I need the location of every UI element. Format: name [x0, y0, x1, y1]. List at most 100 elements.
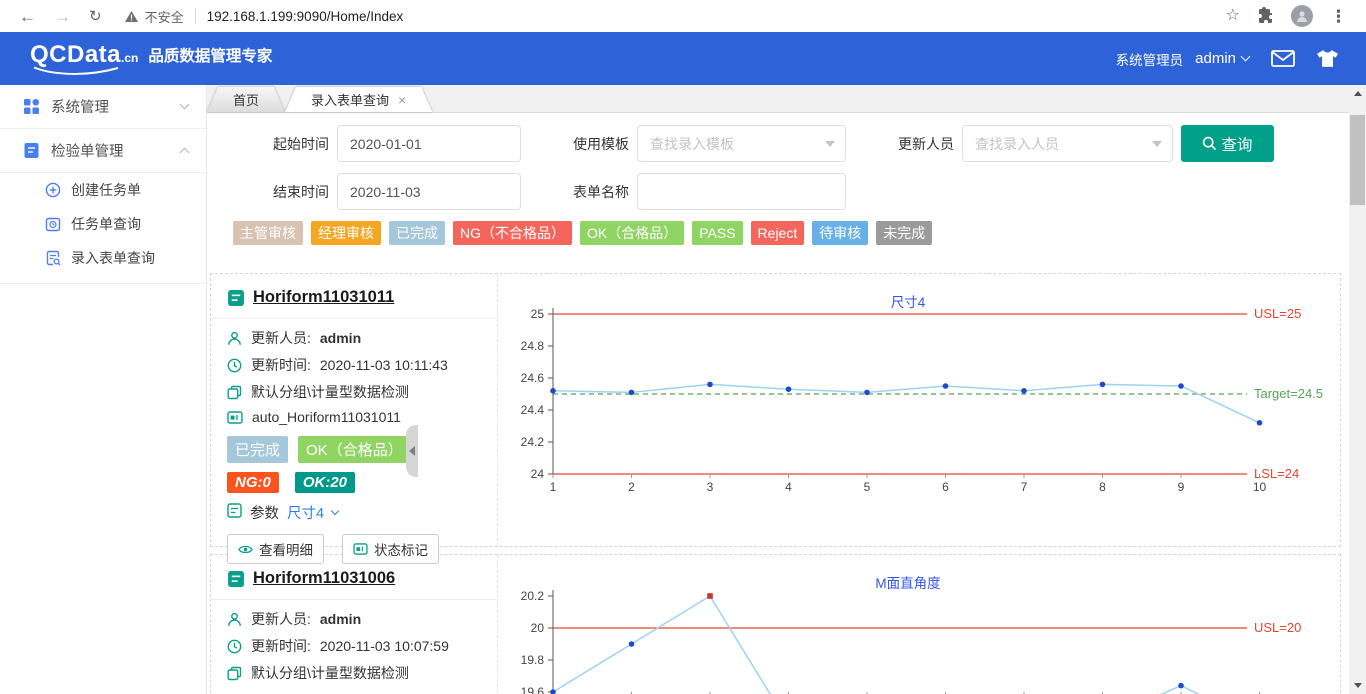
group-copy-icon	[227, 666, 242, 681]
updater-select[interactable]: 查找录入人员	[962, 125, 1173, 162]
scroll-up-icon	[1354, 91, 1362, 96]
logo-main: QCData	[30, 41, 121, 68]
status-badge-reject[interactable]: Reject	[751, 221, 805, 245]
status-badge-manager-review[interactable]: 经理审核	[311, 221, 381, 245]
scroll-down-icon	[1354, 683, 1362, 688]
sidebar-group-inspection[interactable]: 检验单管理	[0, 129, 206, 173]
tab-form-query[interactable]: 录入表单查询 ×	[285, 87, 432, 112]
status-badge-pass[interactable]: PASS	[692, 221, 742, 245]
sidebar-collapse-handle[interactable]	[406, 425, 418, 477]
group-value: 默认分组\计量型数据检测	[251, 663, 409, 683]
logo-text: QCData.cn	[30, 43, 138, 75]
param-row: 参数 尺寸4	[227, 502, 481, 523]
page-scrollbar[interactable]	[1349, 85, 1366, 694]
search-button-label: 查询	[1221, 133, 1252, 155]
form-title-link[interactable]: Horiform11031006	[227, 567, 481, 588]
app-header: QCData.cn 品质数据管理专家 系统管理员 admin	[0, 32, 1366, 85]
chevron-down-icon	[331, 506, 339, 514]
param-selector[interactable]: 尺寸4	[287, 502, 324, 523]
svg-text:8: 8	[1099, 480, 1106, 494]
form-title-link[interactable]: Horiform11031011	[227, 286, 481, 307]
start-date-input[interactable]	[337, 125, 521, 162]
form-code-row: auto_Horiform11031011	[227, 409, 481, 425]
insecure-warning-icon	[125, 11, 138, 22]
search-button[interactable]: 查询	[1181, 125, 1274, 162]
status-badge-completed[interactable]: 已完成	[389, 221, 445, 245]
tab-home[interactable]: 首页	[207, 87, 285, 112]
svg-text:USL=20: USL=20	[1254, 620, 1301, 635]
layout: 系统管理 检验单管理 创建任务单	[0, 85, 1366, 694]
end-date-input[interactable]	[337, 173, 521, 210]
browser-back-icon[interactable]: ←	[10, 8, 45, 25]
start-date-label: 起始时间	[233, 134, 329, 154]
status-badge-incomplete[interactable]: 未完成	[876, 221, 932, 245]
caret-down-icon	[1152, 141, 1162, 147]
sidebar-item-create-task[interactable]: 创建任务单	[0, 173, 206, 207]
template-select[interactable]: 查找录入模板	[637, 125, 846, 162]
sidebar: 系统管理 检验单管理 创建任务单	[0, 85, 207, 694]
sidebar-divider	[0, 283, 206, 284]
person-icon	[227, 612, 242, 627]
status-tag-completed: 已完成	[227, 436, 288, 463]
sidebar-group-system[interactable]: 系统管理	[0, 85, 206, 129]
url-bar[interactable]: 不安全 192.168.1.199:9090/Home/Index	[125, 7, 1217, 26]
clock-icon	[227, 639, 242, 654]
bookmark-star-icon[interactable]: ☆	[1217, 8, 1249, 24]
form-name-input[interactable]	[637, 173, 846, 210]
time-value: 2020-11-03 10:07:59	[320, 638, 449, 654]
svg-text:1: 1	[550, 480, 557, 494]
app-logo[interactable]: QCData.cn 品质数据管理专家	[30, 43, 272, 75]
security-label[interactable]: 不安全	[145, 7, 184, 26]
group-row: 默认分组\计量型数据检测	[227, 382, 481, 402]
chevron-down-icon	[180, 100, 190, 110]
scrollbar-thumb[interactable]	[1350, 115, 1365, 205]
scroll-down-button[interactable]	[1349, 677, 1366, 694]
user-menu[interactable]: admin	[1195, 50, 1249, 67]
svg-text:19.6: 19.6	[521, 685, 545, 694]
updater-value: admin	[320, 330, 361, 346]
group-value: 默认分组\计量型数据检测	[251, 382, 409, 402]
profile-avatar[interactable]	[1291, 5, 1313, 27]
person-icon	[227, 331, 242, 346]
status-badge-ok[interactable]: OK（合格品）	[580, 221, 684, 245]
sidebar-item-task-query[interactable]: 任务单查询	[0, 207, 206, 241]
browser-reload-icon[interactable]: ↻	[80, 9, 111, 24]
theme-shirt-icon[interactable]	[1317, 50, 1338, 67]
svg-text:24.2: 24.2	[521, 435, 545, 449]
ok-counter: OK:20	[295, 472, 355, 493]
screen: ← → ↻ 不安全 192.168.1.199:9090/Home/Index …	[0, 0, 1366, 694]
url-text[interactable]: 192.168.1.199:9090/Home/Index	[207, 9, 404, 24]
plus-circle-icon	[45, 182, 61, 198]
browser-forward-icon[interactable]: →	[45, 8, 80, 25]
scroll-up-button[interactable]	[1349, 85, 1366, 102]
status-badge-supervisor-review[interactable]: 主管审核	[233, 221, 303, 245]
svg-text:2: 2	[628, 480, 635, 494]
browser-chrome: ← → ↻ 不安全 192.168.1.199:9090/Home/Index …	[0, 0, 1366, 32]
browser-menu-icon[interactable]: ⋮	[1321, 8, 1356, 25]
param-form-icon	[227, 503, 242, 522]
clock-icon	[227, 358, 242, 373]
status-badge-ng[interactable]: NG（不合格品）	[453, 221, 572, 245]
form-name-label: 表单名称	[533, 182, 629, 202]
time-label: 更新时间:	[251, 636, 311, 656]
tab-close-icon[interactable]: ×	[398, 93, 406, 107]
result-card: Horiform11031011 更新人员: admin	[210, 273, 1341, 547]
sidebar-group-label: 系统管理	[51, 96, 170, 117]
extensions-icon[interactable]	[1249, 7, 1283, 26]
mark-tag-icon	[353, 543, 368, 555]
svg-text:6: 6	[942, 480, 949, 494]
group-copy-icon	[227, 385, 242, 400]
status-badge-pending-review[interactable]: 待审核	[812, 221, 868, 245]
form-search-icon	[45, 250, 61, 266]
updater-label: 更新人员:	[251, 328, 311, 348]
sidebar-item-label: 创建任务单	[71, 180, 141, 200]
template-label: 使用模板	[533, 134, 629, 154]
logo-suffix: .cn	[121, 51, 138, 65]
sidebar-item-label: 任务单查询	[71, 214, 141, 234]
form-title: Horiform11031006	[253, 569, 395, 588]
mail-icon[interactable]	[1271, 50, 1295, 67]
sidebar-item-form-query[interactable]: 录入表单查询	[0, 241, 206, 275]
status-tag-ok: OK（合格品）	[298, 436, 411, 463]
tag-icon	[227, 411, 243, 424]
param-label: 参数	[250, 502, 279, 523]
